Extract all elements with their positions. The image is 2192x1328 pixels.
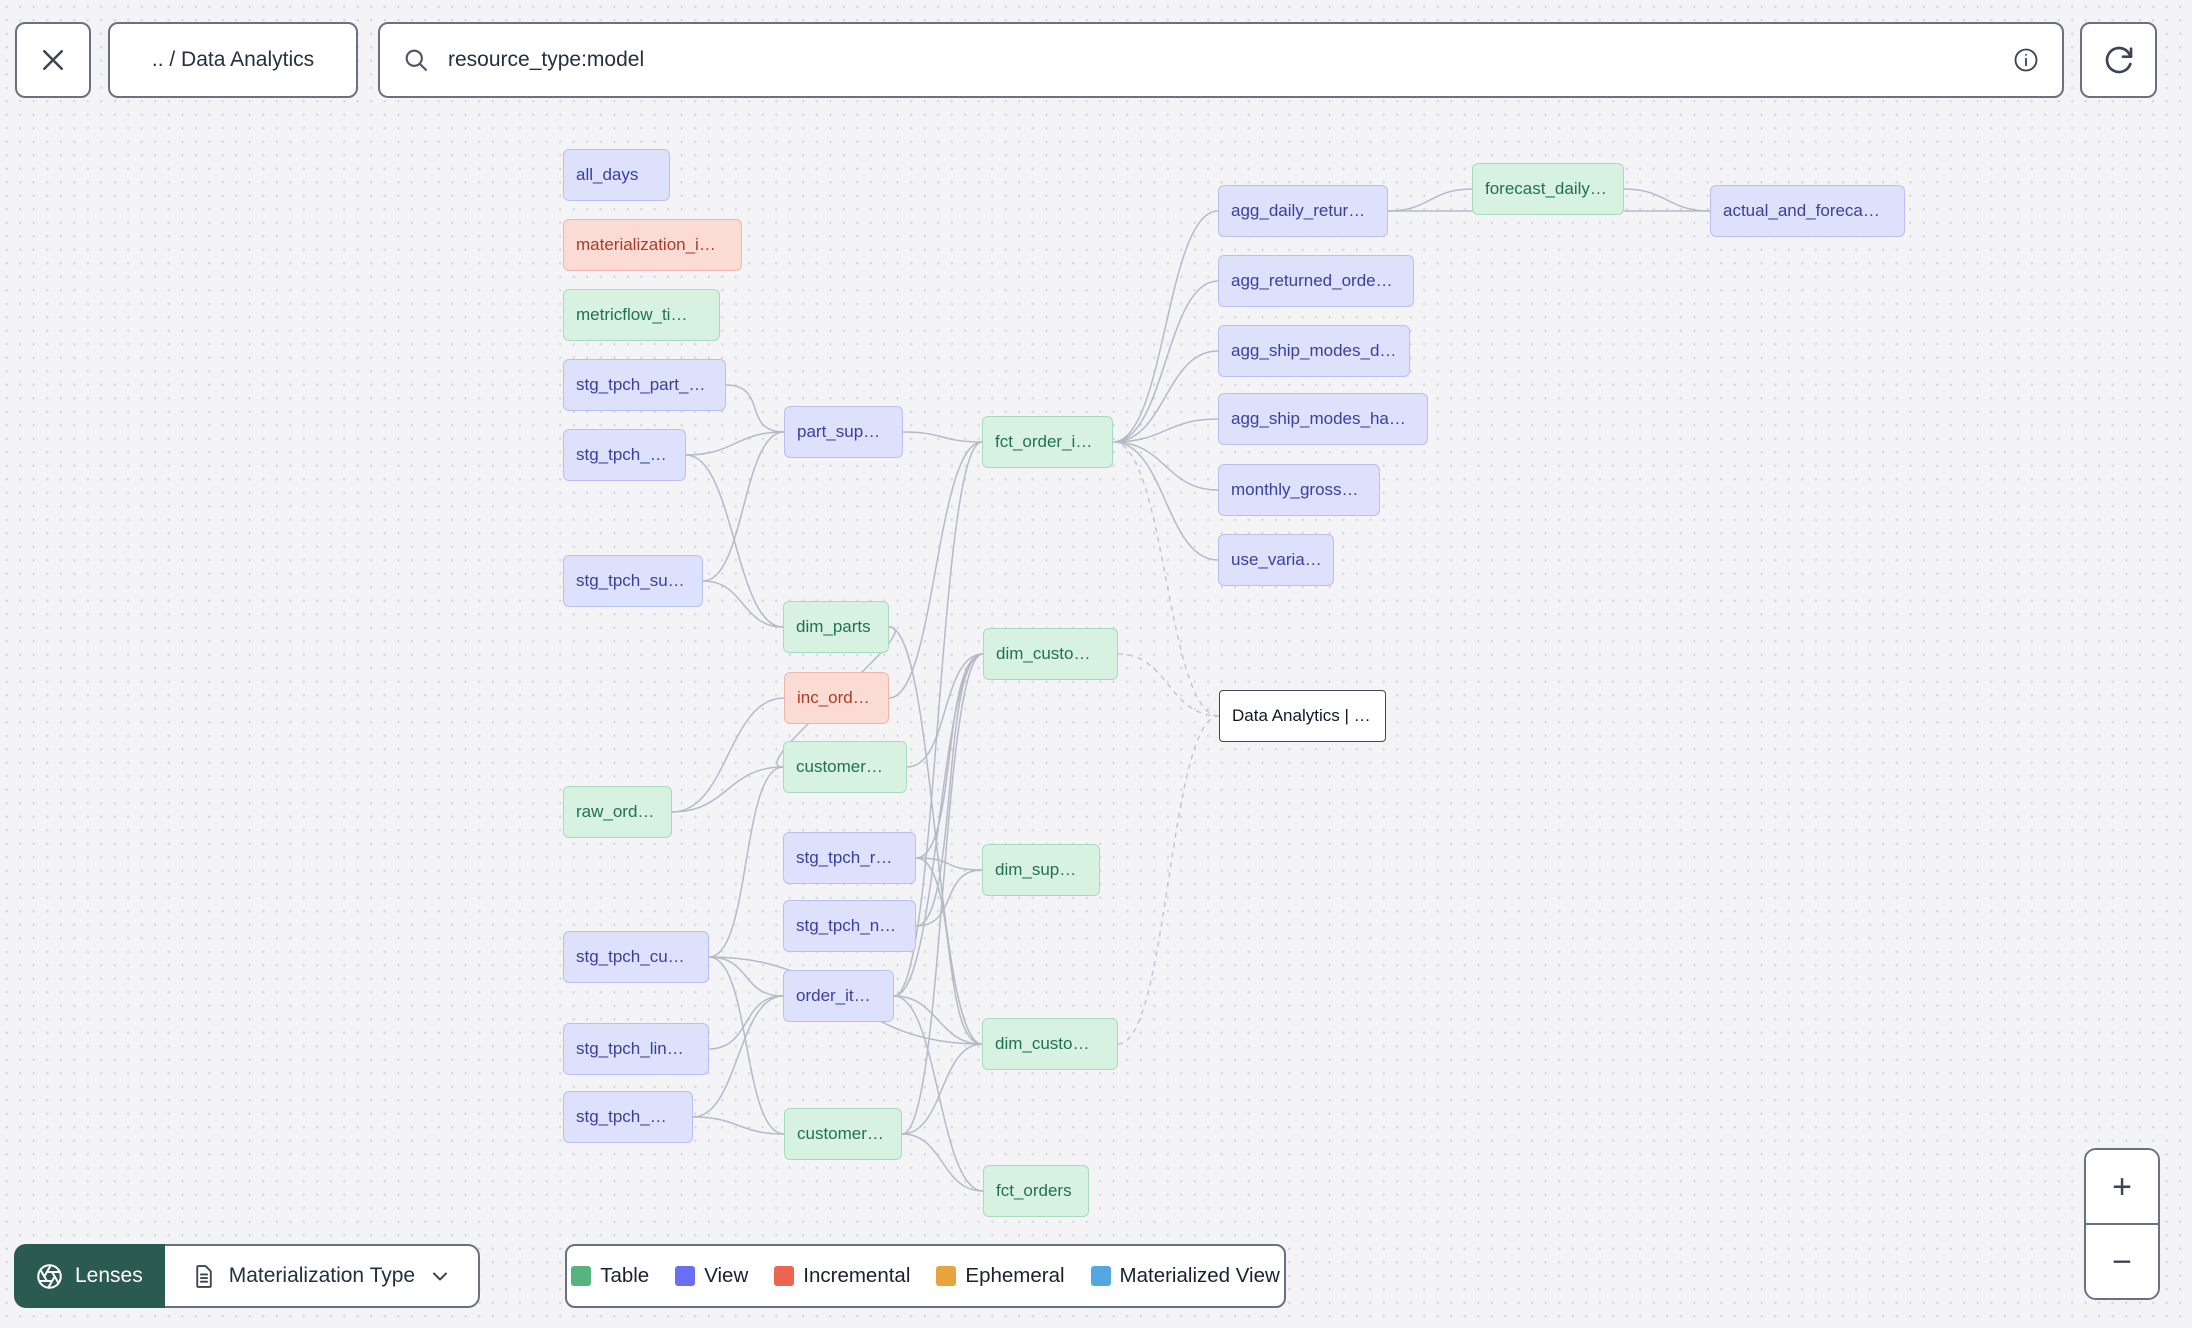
graph-node-dim_parts[interactable]: dim_parts [783,601,889,653]
document-icon [196,1264,212,1288]
edge-fct_order_i-to-agg_daily [1112,210,1219,443]
graph-node-dim_custo_a[interactable]: dim_custo… [983,628,1118,680]
legend-swatch [936,1266,957,1286]
graph-node-stg_tpch_n[interactable]: stg_tpch_n… [783,900,916,952]
legend-label: Materialized View [1119,1264,1280,1287]
legend-item-view: View [675,1264,748,1288]
graph-node-stg_tpch_a[interactable]: stg_tpch_… [563,429,686,481]
graph-node-raw_ord[interactable]: raw_ord… [563,786,672,838]
legend-item-materialized-view: Materialized View [1090,1264,1280,1288]
legend-item-incremental: Incremental [774,1264,910,1288]
edge-customer_b-to-fct_orders [901,1133,984,1192]
edge-dim_custo_a-to-exposure_node [1117,653,1220,717]
zoom-in-button[interactable]: + [2086,1150,2158,1225]
graph-node-agg_returned[interactable]: agg_returned_orde… [1218,255,1414,307]
lens-selected-label: Materialization Type [228,1264,416,1287]
edge-fct_order_i-to-exposure_node [1112,441,1220,717]
legend-item-table: Table [571,1264,649,1288]
graph-node-agg_daily[interactable]: agg_daily_retur… [1218,185,1388,237]
edge-stg_tpch_su-to-dim_parts [702,580,784,628]
edge-stg_tpch_r-to-dim_custo_b [915,857,983,1045]
legend-item-ephemeral: Ephemeral [936,1264,1065,1288]
edge-order_it-to-fct_orders [893,995,984,1192]
zoom-controls: + − [2084,1148,2160,1300]
legend-label: View [704,1264,749,1287]
graph-node-stg_tpch_part[interactable]: stg_tpch_part_… [563,359,726,411]
graph-node-stg_tpch_b[interactable]: stg_tpch_… [563,1091,693,1143]
legend-swatch [675,1266,696,1286]
legend: Table View Incremental Ephemeral Materialize… [565,1244,1286,1308]
lenses-group: Lenses Materialization Type [14,1244,481,1308]
legend-swatch [774,1266,795,1286]
zoom-out-button[interactable]: − [2086,1225,2158,1298]
graph-node-stg_tpch_r[interactable]: stg_tpch_r… [783,832,916,884]
graph-node-stg_tpch_cu[interactable]: stg_tpch_cu… [563,931,709,983]
edge-customer_a-to-dim_custo_a [906,653,984,768]
edge-fct_order_i-to-use_varia [1112,441,1219,561]
graph-node-monthly_gross[interactable]: monthly_gross… [1218,464,1380,516]
graph-node-dim_custo_b[interactable]: dim_custo… [982,1018,1118,1070]
edge-fct_order_i-to-agg_ship_d [1112,350,1219,443]
lens-selector[interactable]: Materialization Type [164,1244,481,1308]
graph-node-part_sup[interactable]: part_sup… [784,406,903,458]
legend-label: Incremental [803,1264,911,1287]
edge-raw_ord-to-inc_ord [671,697,785,813]
edge-fct_order_i-to-monthly_gross [1112,441,1219,491]
edge-part_sup-to-fct_order_i [902,431,983,443]
graph-node-actual_and[interactable]: actual_and_foreca… [1710,185,1905,237]
graph-node-all_days[interactable]: all_days [563,149,670,201]
legend-label: Table [600,1264,650,1287]
graph-node-fct_order_i[interactable]: fct_order_i… [982,416,1113,468]
graph-node-dim_sup[interactable]: dim_sup… [982,844,1100,896]
legend-label: Ephemeral [965,1264,1065,1287]
edge-customer_b-to-dim_custo_b [901,1043,983,1135]
edge-stg_tpch_n-to-dim_sup [915,869,983,927]
graph-node-inc_ord[interactable]: inc_ord… [784,672,889,724]
lenses-label: Lenses [75,1264,143,1287]
edge-customer_b-to-dim_custo_a [901,653,984,1135]
graph-node-customer_b[interactable]: customer… [784,1108,902,1160]
legend-swatch [1090,1266,1111,1286]
legend-swatch [571,1266,592,1286]
graph-node-agg_ship_ha[interactable]: agg_ship_modes_ha… [1218,393,1428,445]
graph-node-order_it[interactable]: order_it… [783,970,894,1022]
graph-node-fct_orders[interactable]: fct_orders [983,1165,1089,1217]
graph-node-exposure_node[interactable]: Data Analytics | … [1219,690,1386,742]
graph-node-agg_ship_d[interactable]: agg_ship_modes_d… [1218,325,1410,377]
edge-raw_ord-to-customer_a [671,766,784,813]
graph-node-stg_tpch_lin[interactable]: stg_tpch_lin… [563,1023,709,1075]
graph-node-use_varia[interactable]: use_varia… [1218,534,1334,586]
edge-dim_custo_b-to-exposure_node [1117,715,1220,1045]
edge-stg_tpch_su-to-part_sup [702,431,785,582]
edge-stg_tpch_part-to-part_sup [725,384,785,433]
lenses-button[interactable]: Lenses [14,1244,165,1308]
chevron-down-icon [433,1272,448,1281]
edge-fct_order_i-to-agg_returned [1112,280,1219,443]
graph-node-materialization_i[interactable]: materialization_i… [563,219,742,271]
graph-node-metricflow_ti[interactable]: metricflow_ti… [563,289,720,341]
graph-node-forecast_daily[interactable]: forecast_daily… [1472,163,1624,215]
graph-node-customer_a[interactable]: customer… [783,741,907,793]
edge-stg_tpch_a-to-part_sup [685,431,785,456]
graph-node-stg_tpch_su[interactable]: stg_tpch_su… [563,555,703,607]
aperture-icon [37,1263,62,1289]
edge-agg_daily-to-forecast_daily [1387,188,1473,212]
edge-stg_tpch_cu-to-customer_b [708,956,785,1135]
edge-forecast_daily-to-actual_and [1623,188,1711,212]
